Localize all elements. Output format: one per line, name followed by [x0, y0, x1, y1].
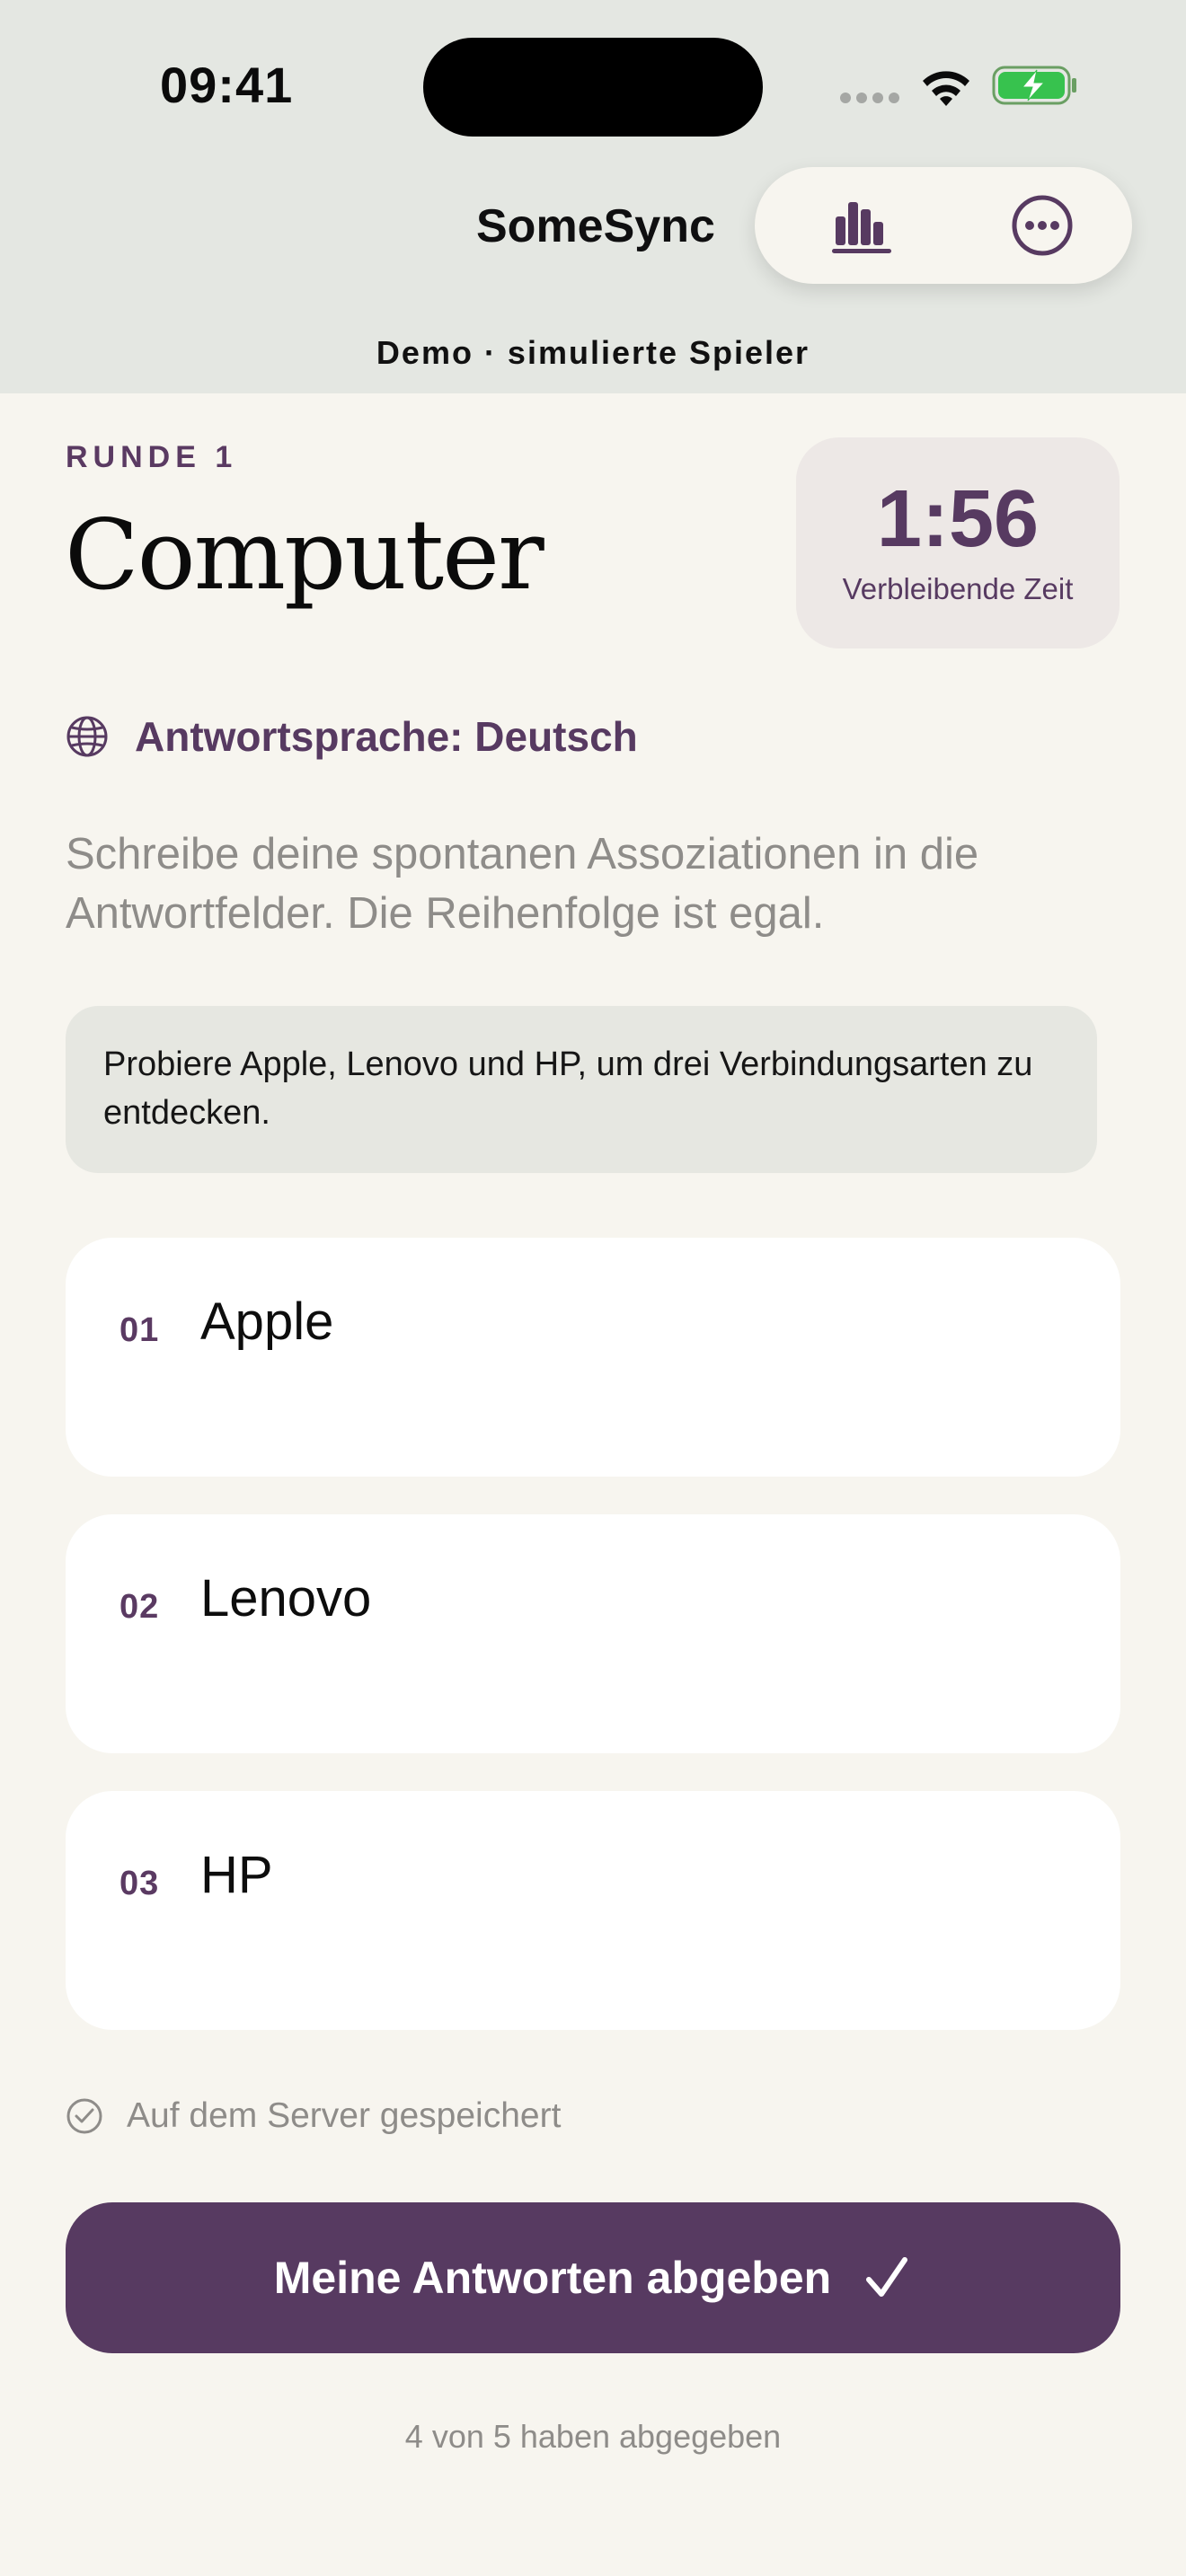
stats-button[interactable]: [795, 185, 930, 266]
check-circle-icon: [66, 2098, 102, 2134]
battery-charging-icon: [992, 66, 1076, 105]
more-button[interactable]: [975, 185, 1110, 266]
answer-field-2[interactable]: 02 Lenovo: [66, 1514, 1120, 1753]
dynamic-island: [423, 38, 763, 137]
answer-language-label: Antwortsprache: Deutsch: [135, 713, 638, 760]
app-title: SomeSync: [476, 200, 715, 252]
nav-action-pill: [755, 167, 1132, 284]
cellular-dots-icon: [840, 93, 899, 103]
timer-value: 1:56: [876, 474, 1040, 564]
timer-card: 1:56 Verbleibende Zeit: [796, 437, 1120, 648]
submit-answers-button[interactable]: Meine Antworten abgeben: [66, 2202, 1120, 2353]
more-icon: [1012, 195, 1073, 256]
status-time: 09:41: [160, 57, 294, 113]
answer-field-1[interactable]: 01 Apple: [66, 1238, 1120, 1477]
saved-status-text: Auf dem Server gespeichert: [127, 2096, 562, 2135]
hint-box: Probiere Apple, Lenovo und HP, um drei V…: [66, 1006, 1097, 1173]
hint-text: Probiere Apple, Lenovo und HP, um drei V…: [103, 1045, 1033, 1132]
answer-text: Lenovo: [200, 1569, 372, 1628]
stats-icon: [832, 202, 891, 253]
demo-caption: Demo · simulierte Spieler: [376, 334, 810, 371]
answer-number: 03: [119, 1865, 160, 1902]
submission-count: 4 von 5 haben abgegeben: [404, 2418, 782, 2455]
round-label: RUNDE 1: [66, 440, 238, 474]
submit-button-label: Meine Antworten abgeben: [273, 2253, 832, 2303]
answer-number: 02: [119, 1588, 160, 1626]
checkmark-icon: [866, 2257, 908, 2297]
answer-text: HP: [200, 1846, 273, 1904]
answer-field-3[interactable]: 03 HP: [66, 1791, 1120, 2030]
timer-label: Verbleibende Zeit: [842, 572, 1074, 605]
answer-number: 01: [119, 1311, 160, 1349]
globe-icon: [66, 716, 108, 757]
wifi-icon: [923, 71, 969, 106]
instructions-text: Schreibe deine spontanen Assoziationen i…: [66, 830, 979, 938]
saved-status: Auf dem Server gespeichert: [66, 2096, 561, 2136]
answer-language-selector[interactable]: Antwortsprache: Deutsch: [65, 712, 638, 761]
answer-text: Apple: [200, 1292, 334, 1351]
round-title: Computer: [65, 499, 544, 612]
top-header: 09:41 SomeSync Demo · simulierte Spieler: [0, 0, 1186, 393]
